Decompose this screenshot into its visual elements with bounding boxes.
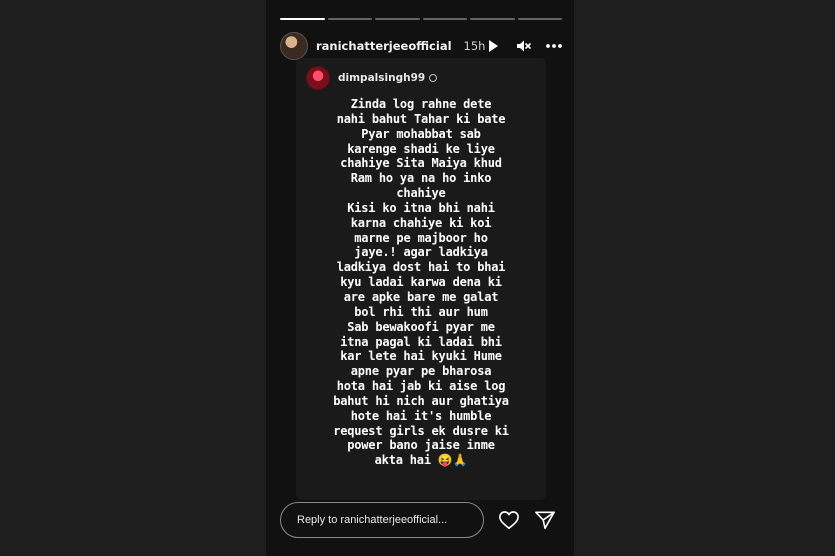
story-username[interactable]: ranichatterjeeofficial [316,39,452,53]
more-icon[interactable] [545,38,563,54]
progress-segment [517,18,562,20]
heart-icon[interactable] [498,510,520,530]
shared-post-username[interactable]: dimpalsingh99 [338,72,425,84]
send-icon[interactable] [534,510,556,530]
story-timestamp: 15h [463,39,486,53]
story-header: ranichatterjeeofficial 15h [280,32,563,60]
story-progress-bar [280,18,562,20]
mute-icon[interactable] [515,38,532,54]
verified-badge-icon [429,74,438,82]
shared-post-text: Zinda log rahne dete nahi bahut Tahar ki… [333,97,509,468]
reply-bar [280,502,562,538]
avatar[interactable] [306,66,330,90]
shared-post-header: dimpalsingh99 [306,66,438,90]
progress-segment [375,18,420,20]
story-viewer: ranichatterjeeofficial 15h dimpalsingh99… [266,0,574,556]
reply-input[interactable] [280,502,484,538]
progress-segment [327,18,372,20]
progress-segment [470,18,515,20]
progress-segment [422,18,467,20]
progress-segment [280,18,325,20]
play-icon[interactable] [485,38,501,54]
shared-post-card[interactable]: dimpalsingh99 Zinda log rahne dete nahi … [296,58,546,500]
avatar[interactable] [280,32,308,60]
story-controls [485,38,563,54]
reply-actions [498,510,562,530]
